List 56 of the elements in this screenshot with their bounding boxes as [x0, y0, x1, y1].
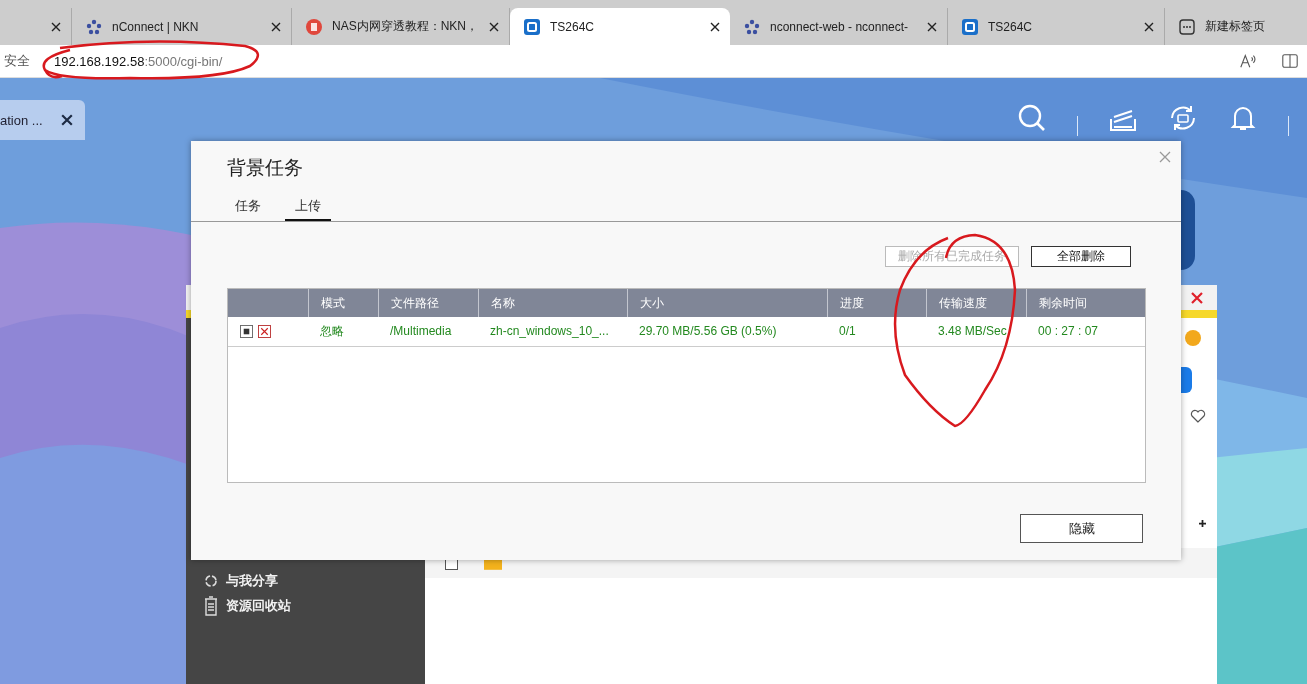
- plus-icon[interactable]: [1199, 520, 1206, 527]
- column-header[interactable]: 大小: [627, 289, 827, 317]
- table-cell-text: /Multimedia: [389, 323, 453, 340]
- security-label: 安全: [4, 52, 30, 70]
- site-logo-icon: [306, 18, 322, 35]
- share-icon: [204, 573, 218, 588]
- column-header[interactable]: 名称: [478, 289, 627, 317]
- sidebar-item[interactable]: 与我分享: [204, 568, 425, 593]
- action-button[interactable]: 全部删除: [1031, 246, 1131, 267]
- cancel-icon[interactable]: [258, 325, 271, 338]
- tab-title: TS264C: [550, 19, 596, 34]
- split-screen-icon[interactable]: [1281, 52, 1299, 70]
- close-icon[interactable]: [927, 21, 937, 32]
- heart-icon[interactable]: [1190, 409, 1206, 423]
- close-icon[interactable]: [489, 21, 499, 32]
- square-logo-icon: [524, 18, 540, 35]
- stop-icon[interactable]: [240, 325, 253, 338]
- flower-icon: [744, 18, 760, 35]
- trash-icon: [204, 595, 218, 616]
- column-header[interactable]: 传输速度: [926, 289, 1026, 317]
- app-tab-title: ation ...: [0, 112, 43, 128]
- tab-title: 新建标签页: [1205, 18, 1266, 35]
- column-header[interactable]: 文件路径: [378, 289, 478, 317]
- tab-title: TS264C: [988, 19, 1034, 34]
- table-cell-text: zh-cn_windows_10_...: [489, 323, 610, 340]
- tab-title: nconnect-web - nconnect-: [770, 19, 910, 34]
- sync-icon[interactable]: [1168, 103, 1198, 133]
- close-icon[interactable]: [710, 21, 720, 32]
- table-cell-text: 忽略: [319, 323, 345, 340]
- table-cell-text: 0/1: [838, 323, 857, 340]
- table-cell-text: 29.70 MB/5.56 GB (0.5%): [638, 323, 778, 340]
- search-icon[interactable]: [1017, 103, 1047, 133]
- column-header[interactable]: 模式: [308, 289, 378, 317]
- tab[interactable]: 上传: [285, 197, 331, 221]
- close-icon[interactable]: [1144, 21, 1154, 32]
- tab[interactable]: 任务: [225, 197, 271, 221]
- browser-tab[interactable]: TS264C: [510, 8, 730, 45]
- close-icon[interactable]: [271, 21, 281, 32]
- read-aloud-icon[interactable]: [1239, 52, 1257, 70]
- tab-title: nConnect | NKN: [112, 19, 200, 34]
- column-header[interactable]: 进度: [827, 289, 926, 317]
- table-cell-text: 3.48 MB/Sec: [937, 323, 1008, 340]
- square-logo-icon: [962, 18, 978, 35]
- close-icon[interactable]: [61, 114, 73, 126]
- page-icon: [1179, 18, 1195, 35]
- dialog-title: 背景任务: [227, 156, 303, 180]
- status-icon: [1185, 330, 1201, 346]
- table-cell-text: 00 : 27 : 07: [1037, 323, 1100, 340]
- hide-button[interactable]: 隐藏: [1020, 514, 1143, 543]
- sidebar-item[interactable]: 资源回收站: [204, 593, 425, 618]
- close-icon[interactable]: [51, 21, 61, 32]
- tab-title: NAS内网穿透教程：NKN，: [332, 18, 479, 35]
- app-tab[interactable]: ation ...: [0, 100, 85, 140]
- flower-icon: [86, 18, 102, 35]
- column-header[interactable]: 剩余时间: [1026, 289, 1144, 317]
- url-field[interactable]: 192.168.192.58:5000/cgi-bin/: [54, 53, 223, 69]
